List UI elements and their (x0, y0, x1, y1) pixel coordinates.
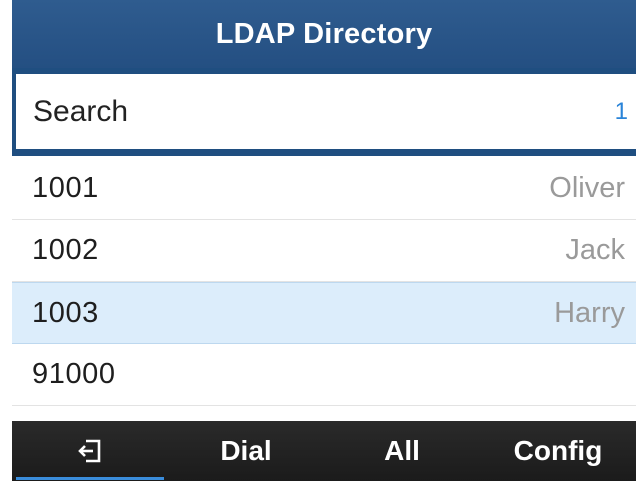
contact-number: 91000 (32, 358, 116, 390)
contact-number: 1003 (32, 296, 99, 329)
list-item[interactable]: 1002 Jack (12, 220, 636, 282)
dial-softkey[interactable]: Dial (168, 421, 324, 481)
all-softkey[interactable]: All (324, 421, 480, 481)
all-label: All (384, 435, 420, 466)
contact-name: Oliver (549, 172, 625, 204)
ldap-directory-screen: LDAP Directory Search 1 1001 Oliver 1002… (12, 0, 636, 481)
config-softkey[interactable]: Config (480, 421, 636, 481)
contact-number: 1001 (32, 172, 99, 204)
back-softkey[interactable] (12, 421, 168, 481)
search-bar: Search 1 (12, 68, 636, 156)
search-value: 1 (614, 97, 628, 125)
contact-name: Harry (554, 296, 625, 329)
title-bar: LDAP Directory (12, 0, 636, 68)
softkey-bar: Dial All Config (12, 421, 636, 481)
search-input[interactable]: Search 1 (16, 74, 636, 149)
list-item-selected[interactable]: 1003 Harry (12, 282, 636, 344)
config-label: Config (513, 435, 603, 466)
contact-name: Jack (565, 234, 625, 266)
page-title: LDAP Directory (215, 17, 433, 50)
exit-icon (77, 438, 103, 464)
dial-label: Dial (220, 435, 272, 466)
list-item[interactable]: 1001 Oliver (12, 158, 636, 220)
contact-number: 1002 (32, 234, 99, 266)
search-label: Search (33, 94, 129, 128)
list-item[interactable]: 91000 (12, 344, 636, 406)
contact-list: 1001 Oliver 1002 Jack 1003 Harry 91000 (12, 158, 636, 406)
